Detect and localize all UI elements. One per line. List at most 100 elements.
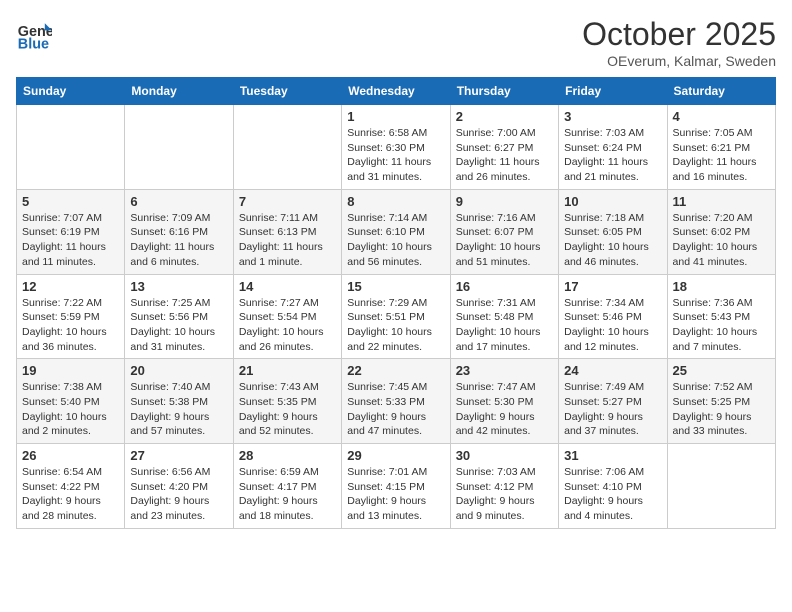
day-number: 8 <box>347 194 444 209</box>
calendar-cell: 18 Sunrise: 7:36 AM Sunset: 5:43 PM Dayli… <box>667 274 775 359</box>
day-number: 22 <box>347 363 444 378</box>
header-wednesday: Wednesday <box>342 78 450 105</box>
day-number: 31 <box>564 448 661 463</box>
cell-text: Sunrise: 7:25 AM Sunset: 5:56 PM Dayligh… <box>130 296 227 355</box>
calendar-cell: 29 Sunrise: 7:01 AM Sunset: 4:15 PM Dayli… <box>342 444 450 529</box>
page-header: General Blue October 2025 OEverum, Kalma… <box>16 16 776 69</box>
day-number: 21 <box>239 363 336 378</box>
cell-text: Sunrise: 7:38 AM Sunset: 5:40 PM Dayligh… <box>22 380 119 439</box>
cell-text: Sunrise: 7:05 AM Sunset: 6:21 PM Dayligh… <box>673 126 770 185</box>
title-block: October 2025 OEverum, Kalmar, Sweden <box>582 16 776 69</box>
cell-text: Sunrise: 7:29 AM Sunset: 5:51 PM Dayligh… <box>347 296 444 355</box>
calendar-cell: 2 Sunrise: 7:00 AM Sunset: 6:27 PM Daylig… <box>450 105 558 190</box>
cell-text: Sunrise: 7:52 AM Sunset: 5:25 PM Dayligh… <box>673 380 770 439</box>
day-number: 27 <box>130 448 227 463</box>
calendar-cell: 4 Sunrise: 7:05 AM Sunset: 6:21 PM Daylig… <box>667 105 775 190</box>
calendar-cell: 14 Sunrise: 7:27 AM Sunset: 5:54 PM Dayli… <box>233 274 341 359</box>
logo: General Blue <box>16 16 54 52</box>
calendar-cell <box>125 105 233 190</box>
calendar-cell: 21 Sunrise: 7:43 AM Sunset: 5:35 PM Dayli… <box>233 359 341 444</box>
day-number: 16 <box>456 279 553 294</box>
header-tuesday: Tuesday <box>233 78 341 105</box>
cell-text: Sunrise: 7:18 AM Sunset: 6:05 PM Dayligh… <box>564 211 661 270</box>
calendar-cell: 7 Sunrise: 7:11 AM Sunset: 6:13 PM Daylig… <box>233 189 341 274</box>
calendar-table: SundayMondayTuesdayWednesdayThursdayFrid… <box>16 77 776 529</box>
cell-text: Sunrise: 7:27 AM Sunset: 5:54 PM Dayligh… <box>239 296 336 355</box>
calendar-cell <box>667 444 775 529</box>
day-number: 7 <box>239 194 336 209</box>
cell-text: Sunrise: 7:07 AM Sunset: 6:19 PM Dayligh… <box>22 211 119 270</box>
calendar-cell: 30Sunrise: 7:03 AM Sunset: 4:12 PM Dayli… <box>450 444 558 529</box>
cell-text: Sunrise: 7:36 AM Sunset: 5:43 PM Dayligh… <box>673 296 770 355</box>
week-row-2: 5 Sunrise: 7:07 AM Sunset: 6:19 PM Daylig… <box>17 189 776 274</box>
calendar-cell: 16 Sunrise: 7:31 AM Sunset: 5:48 PM Dayli… <box>450 274 558 359</box>
calendar-cell: 3Sunrise: 7:03 AM Sunset: 6:24 PM Daylig… <box>559 105 667 190</box>
calendar-cell: 1 Sunrise: 6:58 AM Sunset: 6:30 PM Daylig… <box>342 105 450 190</box>
day-number: 18 <box>673 279 770 294</box>
cell-text: Sunrise: 7:43 AM Sunset: 5:35 PM Dayligh… <box>239 380 336 439</box>
cell-text: Sunrise: 7:31 AM Sunset: 5:48 PM Dayligh… <box>456 296 553 355</box>
day-number: 4 <box>673 109 770 124</box>
cell-text: Sunrise: 7:01 AM Sunset: 4:15 PM Dayligh… <box>347 465 444 524</box>
calendar-cell: 19Sunrise: 7:38 AM Sunset: 5:40 PM Dayli… <box>17 359 125 444</box>
calendar-cell: 27 Sunrise: 6:56 AM Sunset: 4:20 PM Dayli… <box>125 444 233 529</box>
day-number: 13 <box>130 279 227 294</box>
svg-text:Blue: Blue <box>18 36 49 52</box>
header-saturday: Saturday <box>667 78 775 105</box>
cell-text: Sunrise: 7:45 AM Sunset: 5:33 PM Dayligh… <box>347 380 444 439</box>
cell-text: Sunrise: 7:47 AM Sunset: 5:30 PM Dayligh… <box>456 380 553 439</box>
header-monday: Monday <box>125 78 233 105</box>
calendar-body: 1 Sunrise: 6:58 AM Sunset: 6:30 PM Daylig… <box>17 105 776 529</box>
calendar-cell: 28Sunrise: 6:59 AM Sunset: 4:17 PM Dayli… <box>233 444 341 529</box>
calendar-header: SundayMondayTuesdayWednesdayThursdayFrid… <box>17 78 776 105</box>
calendar-cell: 20Sunrise: 7:40 AM Sunset: 5:38 PM Dayli… <box>125 359 233 444</box>
cell-text: Sunrise: 7:34 AM Sunset: 5:46 PM Dayligh… <box>564 296 661 355</box>
day-number: 11 <box>673 194 770 209</box>
month-title: October 2025 <box>582 16 776 53</box>
calendar-cell: 8 Sunrise: 7:14 AM Sunset: 6:10 PM Daylig… <box>342 189 450 274</box>
day-number: 12 <box>22 279 119 294</box>
cell-text: Sunrise: 7:14 AM Sunset: 6:10 PM Dayligh… <box>347 211 444 270</box>
cell-text: Sunrise: 7:16 AM Sunset: 6:07 PM Dayligh… <box>456 211 553 270</box>
calendar-cell: 10 Sunrise: 7:18 AM Sunset: 6:05 PM Dayli… <box>559 189 667 274</box>
cell-text: Sunrise: 7:20 AM Sunset: 6:02 PM Dayligh… <box>673 211 770 270</box>
day-number: 1 <box>347 109 444 124</box>
day-number: 14 <box>239 279 336 294</box>
week-row-5: 26Sunrise: 6:54 AM Sunset: 4:22 PM Dayli… <box>17 444 776 529</box>
cell-text: Sunrise: 7:40 AM Sunset: 5:38 PM Dayligh… <box>130 380 227 439</box>
day-number: 24 <box>564 363 661 378</box>
cell-text: Sunrise: 6:59 AM Sunset: 4:17 PM Dayligh… <box>239 465 336 524</box>
header-friday: Friday <box>559 78 667 105</box>
cell-text: Sunrise: 7:06 AM Sunset: 4:10 PM Dayligh… <box>564 465 661 524</box>
day-number: 5 <box>22 194 119 209</box>
cell-text: Sunrise: 6:56 AM Sunset: 4:20 PM Dayligh… <box>130 465 227 524</box>
calendar-cell: 13 Sunrise: 7:25 AM Sunset: 5:56 PM Dayli… <box>125 274 233 359</box>
header-sunday: Sunday <box>17 78 125 105</box>
calendar-cell: 5 Sunrise: 7:07 AM Sunset: 6:19 PM Daylig… <box>17 189 125 274</box>
cell-text: Sunrise: 7:03 AM Sunset: 4:12 PM Dayligh… <box>456 465 553 524</box>
cell-text: Sunrise: 6:58 AM Sunset: 6:30 PM Dayligh… <box>347 126 444 185</box>
calendar-cell: 26Sunrise: 6:54 AM Sunset: 4:22 PM Dayli… <box>17 444 125 529</box>
header-thursday: Thursday <box>450 78 558 105</box>
calendar-cell: 22 Sunrise: 7:45 AM Sunset: 5:33 PM Dayli… <box>342 359 450 444</box>
week-row-4: 19Sunrise: 7:38 AM Sunset: 5:40 PM Dayli… <box>17 359 776 444</box>
cell-text: Sunrise: 7:00 AM Sunset: 6:27 PM Dayligh… <box>456 126 553 185</box>
day-number: 10 <box>564 194 661 209</box>
calendar-cell <box>233 105 341 190</box>
cell-text: Sunrise: 7:11 AM Sunset: 6:13 PM Dayligh… <box>239 211 336 270</box>
day-number: 2 <box>456 109 553 124</box>
cell-text: Sunrise: 7:22 AM Sunset: 5:59 PM Dayligh… <box>22 296 119 355</box>
day-number: 17 <box>564 279 661 294</box>
calendar-cell: 15 Sunrise: 7:29 AM Sunset: 5:51 PM Dayli… <box>342 274 450 359</box>
calendar-cell: 6Sunrise: 7:09 AM Sunset: 6:16 PM Daylig… <box>125 189 233 274</box>
cell-text: Sunrise: 6:54 AM Sunset: 4:22 PM Dayligh… <box>22 465 119 524</box>
calendar-cell: 24 Sunrise: 7:49 AM Sunset: 5:27 PM Dayli… <box>559 359 667 444</box>
cell-text: Sunrise: 7:49 AM Sunset: 5:27 PM Dayligh… <box>564 380 661 439</box>
logo-icon: General Blue <box>16 16 52 52</box>
week-row-1: 1 Sunrise: 6:58 AM Sunset: 6:30 PM Daylig… <box>17 105 776 190</box>
day-number: 15 <box>347 279 444 294</box>
location-subtitle: OEverum, Kalmar, Sweden <box>582 53 776 69</box>
calendar-cell <box>17 105 125 190</box>
day-number: 29 <box>347 448 444 463</box>
day-number: 9 <box>456 194 553 209</box>
